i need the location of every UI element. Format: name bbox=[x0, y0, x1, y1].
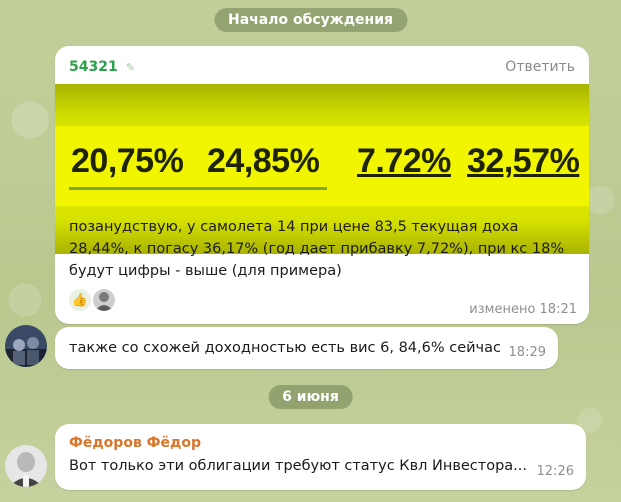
thumbs-up-icon[interactable]: 👍 bbox=[69, 289, 91, 311]
avatar[interactable] bbox=[5, 445, 47, 487]
date-pill: 6 июня bbox=[268, 385, 353, 409]
sender-name[interactable]: Фёдоров Фёдор bbox=[69, 435, 201, 451]
verified-icon: ✎ bbox=[125, 60, 135, 74]
avatar[interactable] bbox=[5, 325, 47, 367]
message-text: также со схожей доходностью есть вис 6, … bbox=[69, 340, 501, 356]
message-time: изменено 18:21 bbox=[469, 302, 577, 317]
message-bubble-1[interactable]: 54321 ✎ Ответить 20,75% 24,85% 7.72% 32,… bbox=[55, 46, 589, 324]
image-value-4: 32,57% bbox=[467, 142, 580, 180]
message-time: 12:26 bbox=[536, 464, 574, 479]
message-text: позанудствую, у самолета 14 при цене 83,… bbox=[69, 219, 565, 279]
image-value-3: 7.72% bbox=[357, 142, 451, 180]
image-value-2: 24,85% bbox=[207, 142, 320, 180]
discussion-start-pill[interactable]: Начало обсуждения bbox=[214, 8, 407, 32]
image-underline bbox=[69, 187, 327, 190]
message-bubble-3[interactable]: Фёдоров Фёдор Вот только эти облигации т… bbox=[55, 424, 586, 490]
sender-name[interactable]: 54321 bbox=[69, 59, 118, 75]
image-value-1: 20,75% bbox=[71, 142, 184, 180]
message-time: 18:29 bbox=[508, 345, 546, 360]
reactions: 👍 bbox=[69, 289, 115, 311]
message-bubble-2[interactable]: также со схожей доходностью есть вис 6, … bbox=[55, 327, 558, 369]
reply-button[interactable]: Ответить bbox=[505, 59, 575, 75]
message-text: Вот только эти облигации требуют статус … bbox=[69, 458, 528, 474]
person-avatar-icon[interactable] bbox=[93, 289, 115, 311]
